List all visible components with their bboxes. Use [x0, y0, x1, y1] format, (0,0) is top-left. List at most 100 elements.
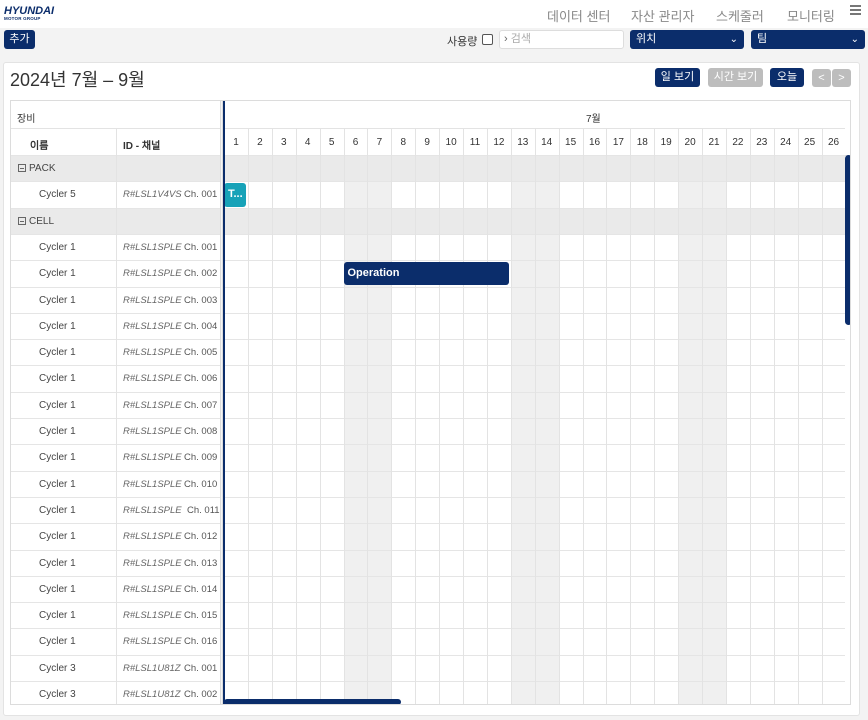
resource-row[interactable]: Cycler 1 R#LSL1SPLE Ch. 015 — [11, 602, 845, 628]
day-gridline — [582, 129, 584, 704]
resource-name: Cycler 1 — [39, 531, 76, 543]
resource-channel: Ch. 002 — [184, 689, 218, 700]
day-gridline — [534, 129, 536, 704]
resource-row[interactable]: Cycler 1 R#LSL1SPLE Ch. 007 — [11, 391, 845, 418]
day-header: 23 — [756, 137, 768, 148]
day-header: 12 — [493, 137, 505, 148]
next-button[interactable]: > — [832, 69, 851, 87]
resource-channel: Ch. 003 — [184, 294, 218, 306]
resource-row[interactable]: Cycler 1 R#LSL1SPLE Ch. 010 — [11, 470, 845, 497]
day-gridline — [343, 129, 345, 704]
team-select[interactable]: 팀 ⌄ — [751, 30, 865, 49]
id-column-header: ID - 채널 — [123, 141, 161, 152]
hamburger-menu-icon[interactable] — [850, 5, 861, 15]
resource-row[interactable]: Cycler 1 R#LSL1SPLE Ch. 006 — [11, 365, 845, 391]
resource-row[interactable]: Cycler 1 R#LSL1SPLE Ch. 013 — [11, 549, 845, 576]
resource-id: R#LSL1SPLE — [123, 610, 182, 622]
resource-row[interactable]: Cycler 1 R#LSL1SPLE Ch. 001 — [11, 233, 845, 260]
resource-row[interactable]: Cycler 1 R#LSL1SPLE Ch. 004 — [11, 312, 845, 339]
resource-row[interactable]: Cycler 1 R#LSL1SPLE Ch. 009 — [11, 444, 845, 470]
resource-id: R#LSL1V4VS — [123, 189, 182, 201]
nav-scheduler[interactable]: 스케줄러 — [716, 6, 764, 25]
resource-row[interactable]: Cycler 1 R#LSL1SPLE Ch. 014 — [11, 575, 845, 602]
day-header: 6 — [352, 137, 359, 148]
resource-row[interactable]: Cycler 1 R#LSL1SPLE Ch. 016 — [11, 628, 845, 654]
resource-row[interactable]: Cycler 1 R#LSL1SPLE Ch. 003 — [11, 286, 845, 313]
search-placeholder: 검색 — [510, 33, 531, 45]
day-gridline — [630, 129, 632, 704]
resource-id: R#LSL1SPLE — [123, 583, 182, 595]
resource-channel: Ch. 004 — [184, 320, 218, 332]
horizontal-scrollbar[interactable] — [224, 699, 401, 704]
resource-id: R#LSL1U81Z — [123, 662, 181, 674]
day-gridline — [773, 129, 775, 704]
nav-monitoring[interactable]: 모니터링 — [787, 6, 835, 25]
time-view-button[interactable]: 시간 보기 — [708, 68, 763, 87]
resource-row[interactable]: Cycler 3 R#LSL1U81Z Ch. 001 — [11, 654, 845, 681]
day-gridline — [271, 129, 273, 704]
day-gridline — [463, 129, 464, 704]
resource-row[interactable]: Cycler 5 R#LSL1V4VS Ch. 001 — [11, 181, 845, 207]
day-header: 16 — [588, 137, 601, 148]
resource-id: R#LSL1U81Z — [123, 689, 181, 700]
resource-row[interactable]: Cycler 1 R#LSL1SPLE Ch. 008 — [11, 418, 845, 444]
resource-name: Cycler 1 — [39, 241, 76, 253]
nav-asset-manager[interactable]: 자산 관리자 — [631, 6, 694, 25]
day-view-button[interactable]: 일 보기 — [655, 68, 700, 87]
day-header: 13 — [517, 137, 529, 148]
day-gridline — [702, 129, 703, 704]
day-header: 19 — [660, 137, 672, 148]
resource-id: R#LSL1SPLE — [123, 478, 182, 490]
resource-id: R#LSL1SPLE — [123, 504, 182, 516]
hyundai-logo[interactable]: HYUNDAI MOTOR GROUP — [4, 6, 54, 22]
group-label[interactable]: PACK — [18, 163, 56, 174]
day-gridline — [295, 129, 297, 704]
day-gridline — [486, 129, 488, 704]
usage-label: 사용량 — [447, 36, 478, 48]
resource-id: R#LSL1SPLE — [123, 557, 182, 569]
day-header: 24 — [780, 137, 792, 148]
resource-channel: Ch. 006 — [184, 373, 218, 385]
nav-data-center[interactable]: 데이터 센터 — [547, 6, 610, 25]
resource-id: R#LSL1SPLE — [123, 426, 182, 437]
resource-name: Cycler 1 — [39, 268, 76, 280]
resource-row[interactable]: Cycler 1 R#LSL1SPLE Ch. 012 — [11, 523, 845, 549]
event-bar[interactable]: Operation — [343, 262, 509, 286]
group-row[interactable]: CELL — [11, 207, 845, 234]
day-header: 14 — [541, 137, 553, 148]
day-header: 2 — [257, 137, 263, 148]
day-header: 3 — [281, 137, 287, 148]
collapse-toggle-icon[interactable] — [18, 216, 26, 225]
vertical-scrollbar[interactable] — [845, 155, 850, 325]
group-label-text: CELL — [29, 215, 55, 227]
group-row[interactable]: PACK — [11, 155, 845, 182]
month-header: 7월 — [586, 114, 601, 125]
add-button[interactable]: 추가 — [4, 30, 35, 49]
usage-checkbox[interactable] — [482, 34, 493, 45]
resource-channel: Ch. 001 — [184, 189, 218, 201]
resource-channel: Ch. 008 — [184, 426, 218, 437]
group-label[interactable]: CELL — [18, 216, 54, 227]
resource-row[interactable]: Cycler 3 R#LSL1U81Z Ch. 002 — [11, 681, 845, 704]
event-bar[interactable]: T... — [224, 183, 246, 207]
day-header: 20 — [684, 137, 696, 148]
schedule-grid[interactable]: 장비 이름 ID - 채널 7월 PACK Cycler 5 R#LSL1V4VS C… — [10, 100, 851, 705]
resource-row[interactable]: Cycler 1 R#LSL1SPLE Ch. 011 — [11, 496, 845, 523]
resource-row[interactable]: Cycler 1 R#LSL1SPLE Ch. 005 — [11, 339, 845, 365]
chevron-right-icon: › — [504, 33, 508, 45]
name-column-header: 이름 — [30, 141, 49, 152]
day-header: 1 — [233, 137, 239, 148]
prev-button[interactable]: < — [812, 69, 831, 87]
resource-name: Cycler 1 — [39, 399, 76, 411]
collapse-toggle-icon[interactable] — [18, 164, 26, 172]
resource-channel: Ch. 002 — [184, 268, 218, 280]
resource-channel: Ch. 005 — [184, 347, 218, 359]
resource-name: Cycler 3 — [39, 689, 76, 700]
chevron-down-icon: ⌄ — [729, 34, 738, 45]
search-input[interactable]: › 검색 — [499, 30, 624, 49]
today-button[interactable]: 오늘 — [770, 68, 804, 87]
day-gridline — [319, 129, 321, 704]
resource-name: Cycler 1 — [39, 504, 76, 516]
equipment-header: 장비 — [17, 114, 36, 125]
location-select[interactable]: 위치 ⌄ — [630, 30, 744, 49]
